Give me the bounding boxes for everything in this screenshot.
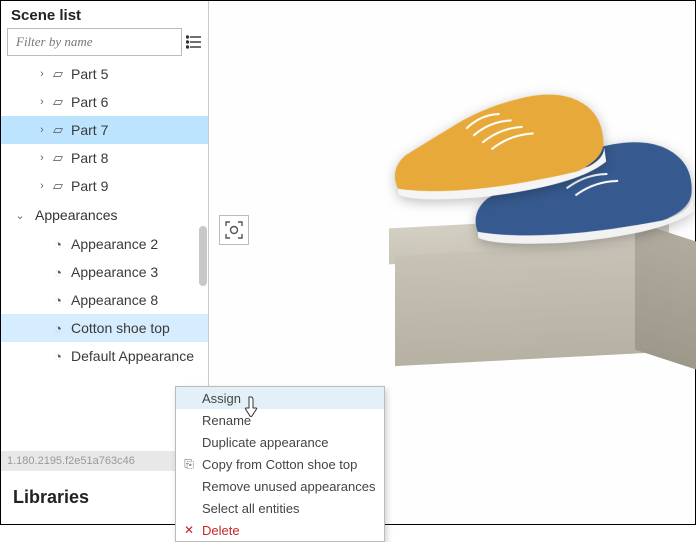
ctx-duplicate[interactable]: Duplicate appearance bbox=[176, 431, 384, 453]
part-icon: ▱ bbox=[49, 122, 67, 138]
ctx-label: Rename bbox=[202, 413, 251, 428]
ctx-label: Copy from Cotton shoe top bbox=[202, 457, 357, 472]
ctx-label: Duplicate appearance bbox=[202, 435, 328, 450]
appearance-icon: ◔ bbox=[49, 321, 67, 336]
appearance-label: Appearance 3 bbox=[71, 264, 158, 280]
tree-item-label: Part 6 bbox=[71, 94, 108, 110]
tree-item-part[interactable]: › ▱ Part 8 bbox=[1, 144, 208, 172]
appearance-item[interactable]: ◔ Appearance 2 bbox=[1, 230, 208, 258]
appearance-icon: ◔ bbox=[49, 237, 67, 252]
ctx-assign[interactable]: Assign bbox=[176, 387, 384, 409]
ctx-rename[interactable]: Rename bbox=[176, 409, 384, 431]
tree-item-part-selected[interactable]: › ▱ Part 7 bbox=[1, 116, 208, 144]
chevron-right-icon: › bbox=[35, 152, 49, 164]
ctx-select-all[interactable]: Select all entities bbox=[176, 497, 384, 519]
appearance-item[interactable]: ◔ Appearance 3 bbox=[1, 258, 208, 286]
appearance-label: Appearance 2 bbox=[71, 236, 158, 252]
chevron-right-icon: › bbox=[35, 68, 49, 80]
part-icon: ▱ bbox=[49, 150, 67, 166]
appearance-label: Default Appearance bbox=[71, 348, 194, 364]
appearance-icon: ◔ bbox=[49, 293, 67, 308]
part-icon: ▱ bbox=[49, 178, 67, 194]
filter-input[interactable] bbox=[7, 28, 182, 56]
context-menu: Assign Rename Duplicate appearance ⎘ Cop… bbox=[175, 386, 385, 542]
appearance-item-selected[interactable]: ◔ Cotton shoe top bbox=[1, 314, 208, 342]
chevron-right-icon: › bbox=[35, 180, 49, 192]
sidebar-title: Scene list bbox=[1, 1, 208, 28]
appearance-item[interactable]: ◔ Default Appearance bbox=[1, 342, 208, 370]
appearance-icon: ◔ bbox=[49, 349, 67, 364]
appearance-item[interactable]: ◔ Appearance 8 bbox=[1, 286, 208, 314]
ctx-copy-from[interactable]: ⎘ Copy from Cotton shoe top bbox=[176, 453, 384, 475]
part-icon: ▱ bbox=[49, 94, 67, 110]
focus-selection-button[interactable] bbox=[219, 215, 249, 245]
tree-item-label: Part 9 bbox=[71, 178, 108, 194]
close-icon: ✕ bbox=[182, 523, 196, 537]
section-label: Appearances bbox=[35, 207, 118, 223]
ctx-delete[interactable]: ✕ Delete bbox=[176, 519, 384, 541]
tree-item-part[interactable]: › ▱ Part 9 bbox=[1, 172, 208, 200]
tree-item-part[interactable]: › ▱ Part 6 bbox=[1, 88, 208, 116]
tree-item-label: Part 7 bbox=[71, 122, 108, 138]
ctx-label: Select all entities bbox=[202, 501, 300, 516]
chevron-down-icon: ⌄ bbox=[13, 209, 27, 222]
copy-icon: ⎘ bbox=[182, 457, 196, 472]
ctx-remove-unused[interactable]: Remove unused appearances bbox=[176, 475, 384, 497]
ctx-label: Assign bbox=[202, 391, 241, 406]
box-front bbox=[395, 242, 665, 366]
ctx-label: Remove unused appearances bbox=[202, 479, 375, 494]
appearances-header[interactable]: ⌄ Appearances bbox=[1, 200, 208, 230]
part-icon: ▱ bbox=[49, 66, 67, 82]
tree-item-part[interactable]: › ▱ Part 5 bbox=[1, 60, 208, 88]
appearance-icon: ◔ bbox=[49, 265, 67, 280]
filter-row bbox=[1, 28, 208, 60]
list-view-icon[interactable] bbox=[186, 35, 202, 49]
appearance-label: Appearance 8 bbox=[71, 292, 158, 308]
tree-item-label: Part 8 bbox=[71, 150, 108, 166]
chevron-right-icon: › bbox=[35, 96, 49, 108]
scrollbar-thumb[interactable] bbox=[199, 226, 207, 286]
chevron-right-icon: › bbox=[35, 124, 49, 136]
appearance-label: Cotton shoe top bbox=[71, 320, 170, 336]
tree-item-label: Part 5 bbox=[71, 66, 108, 82]
